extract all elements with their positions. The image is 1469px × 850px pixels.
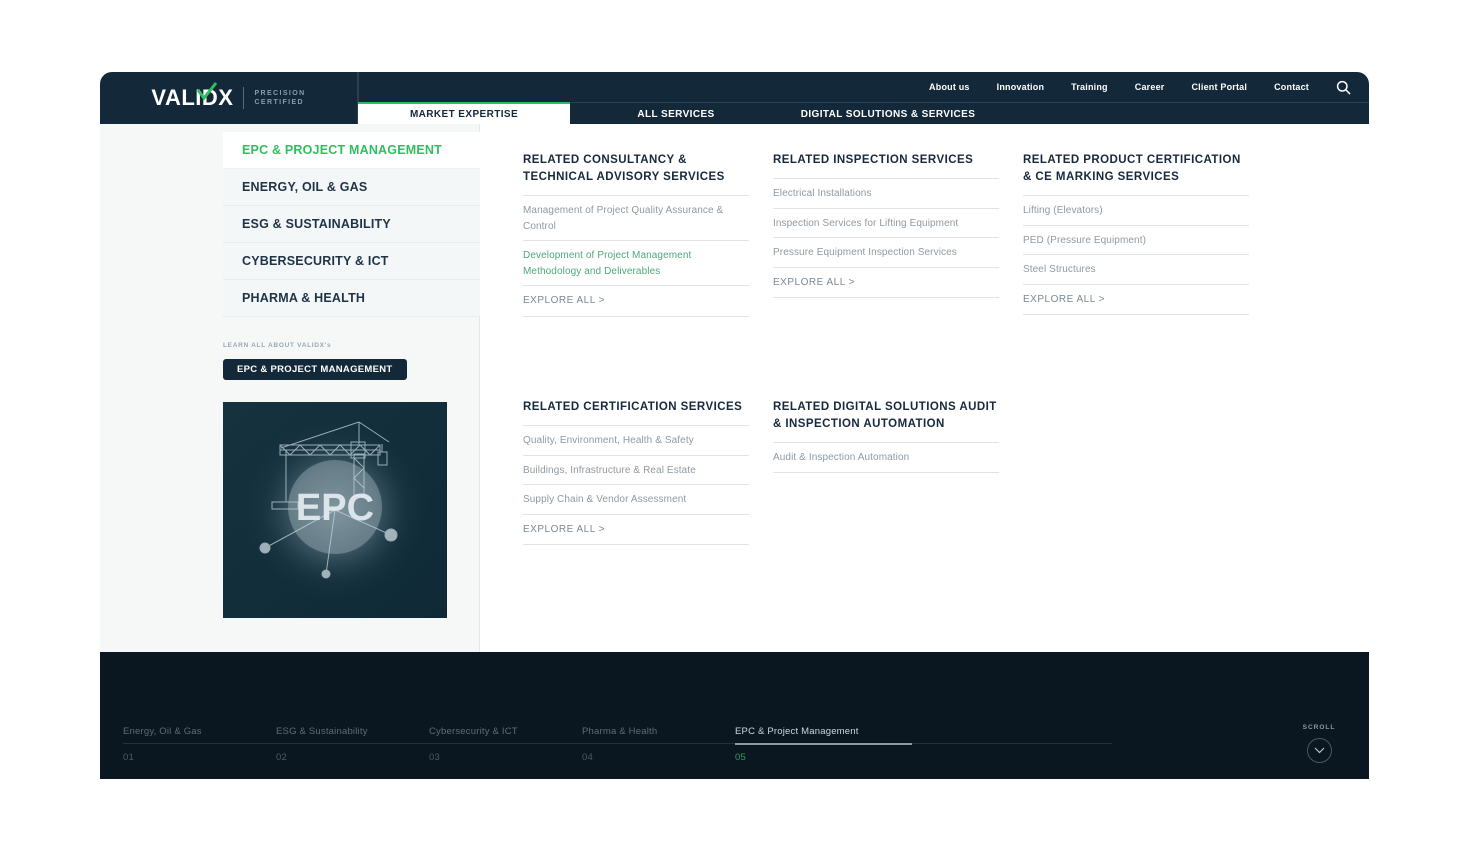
sidebar-menu: EPC & PROJECT MANAGEMENT ENERGY, OIL & G… [223, 132, 480, 317]
pager-label: Pharma & Health [582, 726, 658, 737]
column-title: RELATED CONSULTANCY & TECHNICAL ADVISORY… [523, 154, 725, 183]
sidebar-item-cybersecurity-ict[interactable]: CYBERSECURITY & ICT [223, 243, 480, 280]
chevron-down-icon [1314, 747, 1324, 754]
top-nav-item-innovation[interactable]: Innovation [997, 82, 1045, 92]
learn-chip-epc-project-management[interactable]: EPC & PROJECT MANAGEMENT [223, 359, 407, 380]
list-item[interactable]: Lifting (Elevators) [1023, 195, 1249, 225]
pager-bar [276, 743, 429, 744]
pager-number: 02 [276, 752, 287, 763]
epc-illustration: EPC [223, 402, 447, 618]
list-item[interactable]: Buildings, Infrastructure & Real Estate [523, 454, 749, 485]
explore-all-link[interactable]: EXPLORE ALL > [523, 285, 749, 317]
pager-number: 01 [123, 752, 134, 763]
logo[interactable]: VALIDX PRECISION CERTIFIED [100, 72, 358, 124]
top-nav: About us Innovation Training Career Clie… [929, 72, 1351, 102]
related-services-grid: RELATED CONSULTANCY & TECHNICAL ADVISORY… [480, 124, 1369, 652]
explore-all-link[interactable]: EXPLORE ALL > [523, 513, 749, 545]
list-item[interactable]: Inspection Services for Lifting Equipmen… [773, 207, 999, 238]
list-item[interactable]: Electrical Installations [773, 178, 999, 208]
column-list: Lifting (Elevators) PED (Pressure Equipm… [1023, 195, 1249, 315]
pager-bar [582, 743, 735, 744]
sidebar-item-epc-project-management[interactable]: EPC & PROJECT MANAGEMENT [223, 132, 480, 169]
main-tabs: MARKET EXPERTISE ALL SERVICES DIGITAL SO… [358, 102, 994, 124]
pager-bar [429, 743, 582, 744]
pager-number: 04 [582, 752, 593, 763]
site-header: VALIDX PRECISION CERTIFIED About us Inno… [100, 72, 1369, 124]
learn-section: LEARN ALL ABOUT VALIDX's EPC & PROJECT M… [223, 342, 453, 380]
column-related-certification: RELATED CERTIFICATION SERVICES Quality, … [523, 399, 749, 545]
scroll-indicator: SCROLL [1293, 724, 1345, 763]
pager-item-energy-oil-gas[interactable]: Energy, Oil & Gas 01 [123, 726, 276, 763]
category-pager: Energy, Oil & Gas 01 ESG & Sustainabilit… [123, 726, 1143, 763]
pager-bar [123, 743, 276, 744]
column-related-product-certification: RELATED PRODUCT CERTIFICATION & CE MARKI… [1023, 152, 1249, 315]
column-list: Audit & Inspection Automation [773, 442, 999, 473]
site-page: VALIDX PRECISION CERTIFIED About us Inno… [100, 72, 1369, 779]
logo-wordmark: VALIDX [151, 85, 234, 110]
pager-label: ESG & Sustainability [276, 726, 368, 737]
logo-tagline-line2: CERTIFIED [254, 99, 305, 106]
epc-card-text: EPC [296, 487, 374, 529]
tab-all-services[interactable]: ALL SERVICES [570, 102, 782, 124]
explore-all-link[interactable]: EXPLORE ALL > [1023, 283, 1249, 315]
search-icon[interactable] [1336, 80, 1351, 95]
sidebar: EPC & PROJECT MANAGEMENT ENERGY, OIL & G… [100, 124, 480, 652]
tab-market-expertise[interactable]: MARKET EXPERTISE [358, 102, 570, 124]
sidebar-item-esg-sustainability[interactable]: ESG & SUSTAINABILITY [223, 206, 480, 243]
pager-item-cybersecurity-ict[interactable]: Cybersecurity & ICT 03 [429, 726, 582, 763]
list-item[interactable]: Management of Project Quality Assurance … [523, 195, 749, 240]
list-item[interactable]: Audit & Inspection Automation [773, 442, 999, 473]
column-list: Electrical Installations Inspection Serv… [773, 178, 999, 298]
list-item[interactable]: Steel Structures [1023, 254, 1249, 284]
column-related-consultancy: RELATED CONSULTANCY & TECHNICAL ADVISORY… [523, 152, 749, 317]
list-item[interactable]: Quality, Environment, Health & Safety [523, 425, 749, 455]
logo-tagline: PRECISION CERTIFIED [254, 89, 305, 107]
pager-label: Energy, Oil & Gas [123, 726, 202, 737]
pager-bar [735, 742, 1112, 745]
list-item[interactable]: Development of Project Management Method… [523, 240, 749, 285]
epc-promo-card[interactable]: EPC [223, 402, 447, 618]
mega-menu-body: EPC & PROJECT MANAGEMENT ENERGY, OIL & G… [100, 124, 1369, 652]
scroll-label: SCROLL [1302, 724, 1336, 731]
top-nav-item-client-portal[interactable]: Client Portal [1191, 82, 1247, 92]
top-nav-item-about-us[interactable]: About us [929, 82, 970, 92]
column-list: Management of Project Quality Assurance … [523, 195, 749, 317]
column-title: RELATED DIGITAL SOLUTIONS AUDIT & INSPEC… [773, 401, 997, 430]
pager-label: EPC & Project Management [735, 726, 859, 737]
scroll-down-button[interactable] [1306, 738, 1332, 763]
explore-all-link[interactable]: EXPLORE ALL > [773, 266, 999, 298]
list-item[interactable]: PED (Pressure Equipment) [1023, 224, 1249, 255]
top-nav-item-career[interactable]: Career [1135, 82, 1165, 92]
column-related-inspection: RELATED INSPECTION SERVICES Electrical I… [773, 152, 999, 298]
pager-item-pharma-health[interactable]: Pharma & Health 04 [582, 726, 735, 763]
column-list: Quality, Environment, Health & Safety Bu… [523, 425, 749, 545]
logo-divider [243, 87, 245, 109]
check-icon [196, 82, 218, 101]
sidebar-item-pharma-health[interactable]: PHARMA & HEALTH [223, 280, 480, 317]
site-footer: Energy, Oil & Gas 01 ESG & Sustainabilit… [100, 652, 1369, 779]
column-title: RELATED INSPECTION SERVICES [773, 154, 974, 166]
pager-label: Cybersecurity & ICT [429, 726, 518, 737]
pager-number: 03 [429, 752, 440, 763]
logo-tagline-line1: PRECISION [254, 90, 306, 97]
column-related-digital-solutions: RELATED DIGITAL SOLUTIONS AUDIT & INSPEC… [773, 399, 999, 473]
list-item[interactable]: Supply Chain & Vendor Assessment [523, 484, 749, 514]
column-title: RELATED PRODUCT CERTIFICATION & CE MARKI… [1023, 154, 1241, 183]
top-nav-item-contact[interactable]: Contact [1274, 82, 1309, 92]
pager-item-esg-sustainability[interactable]: ESG & Sustainability 02 [276, 726, 429, 763]
tab-digital-solutions-services[interactable]: DIGITAL SOLUTIONS & SERVICES [782, 102, 994, 124]
list-item[interactable]: Pressure Equipment Inspection Services [773, 237, 999, 267]
column-title: RELATED CERTIFICATION SERVICES [523, 401, 743, 413]
pager-number: 05 [735, 752, 746, 763]
top-nav-item-training[interactable]: Training [1071, 82, 1108, 92]
pager-item-epc-project-management[interactable]: EPC & Project Management 05 [735, 726, 1112, 763]
learn-label: LEARN ALL ABOUT VALIDX's [223, 342, 332, 349]
sidebar-item-energy-oil-gas[interactable]: ENERGY, OIL & GAS [223, 169, 480, 206]
